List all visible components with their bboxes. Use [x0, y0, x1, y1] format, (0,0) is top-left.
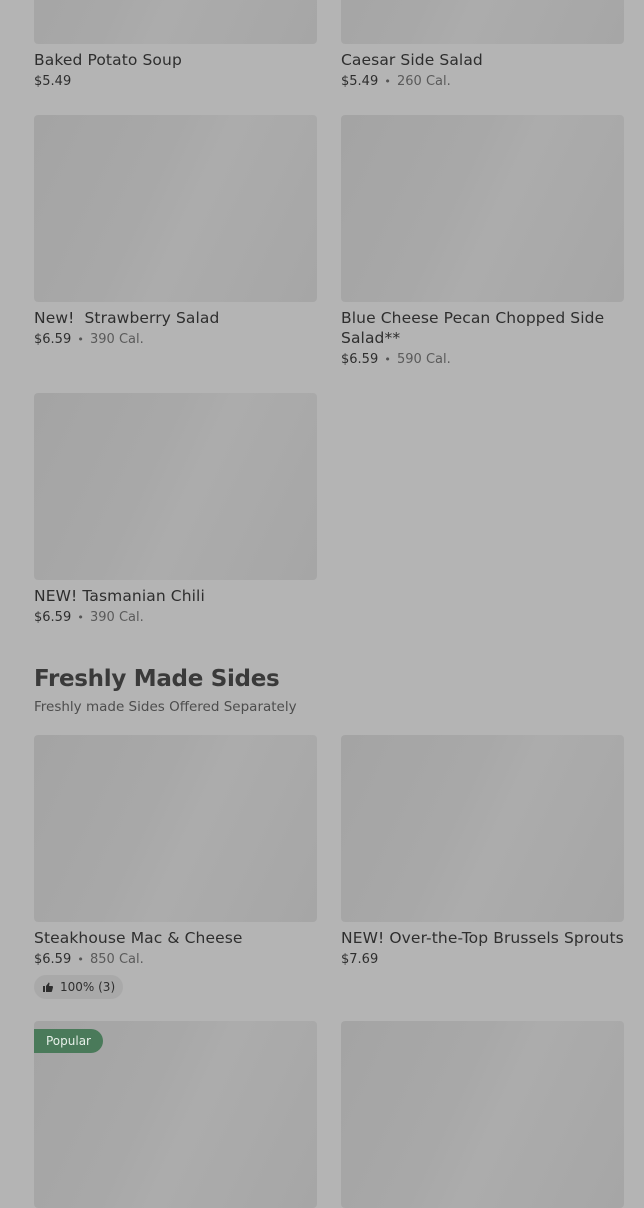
- popular-badge: Popular: [34, 1029, 103, 1053]
- section-title: Freshly Made Sides: [34, 666, 280, 692]
- item-meta: $7.69: [341, 950, 624, 970]
- menu-item-card[interactable]: Baked Potato Soup $5.49: [34, 0, 317, 92]
- item-image: [34, 0, 317, 44]
- menu-item-card[interactable]: NEW! Over-the-Top Brussels Sprouts $7.69: [341, 735, 624, 970]
- menu-item-card[interactable]: Caesar Side Salad $5.49 • 260 Cal.: [341, 0, 624, 92]
- item-price: $6.59: [341, 352, 379, 367]
- separator-dot: •: [384, 75, 391, 88]
- item-meta: $6.59 • 850 Cal.: [34, 950, 317, 970]
- item-price: $6.59: [34, 952, 72, 967]
- item-meta: $5.49 • 260 Cal.: [341, 72, 624, 92]
- separator-dot: •: [384, 353, 391, 366]
- rating-value: 100% (3): [60, 980, 116, 994]
- item-price: $7.69: [341, 952, 379, 967]
- item-meta: $5.49: [34, 72, 317, 92]
- item-meta: $6.59 • 390 Cal.: [34, 608, 317, 628]
- separator-dot: •: [77, 611, 84, 624]
- item-image: [341, 0, 624, 44]
- item-calories: 260 Cal.: [397, 74, 451, 89]
- item-name: Baked Potato Soup: [34, 51, 182, 69]
- section-subtitle: Freshly made Sides Offered Separately: [34, 699, 297, 715]
- menu-item-card[interactable]: New! Strawberry Salad $6.59 • 390 Cal.: [34, 115, 317, 350]
- item-meta: $6.59 • 590 Cal.: [341, 350, 624, 370]
- item-calories: 390 Cal.: [90, 332, 144, 347]
- item-calories: 590 Cal.: [397, 352, 451, 367]
- item-calories: 390 Cal.: [90, 610, 144, 625]
- item-price: $5.49: [34, 74, 72, 89]
- menu-item-card[interactable]: [341, 1021, 624, 1208]
- menu-item-card[interactable]: NEW! Tasmanian Chili $6.59 • 390 Cal.: [34, 393, 317, 628]
- item-name: Blue Cheese Pecan Chopped Side Salad**: [341, 309, 605, 347]
- item-image: [341, 115, 624, 302]
- item-image: [341, 735, 624, 922]
- item-name: NEW! Over-the-Top Brussels Sprouts: [341, 929, 624, 947]
- item-name: New! Strawberry Salad: [34, 309, 220, 327]
- item-price: $6.59: [34, 332, 72, 347]
- item-price: $6.59: [34, 610, 72, 625]
- item-image: [34, 115, 317, 302]
- item-meta: $6.59 • 390 Cal.: [34, 330, 317, 350]
- item-name: Steakhouse Mac & Cheese: [34, 929, 243, 947]
- item-image: [34, 393, 317, 580]
- thumbs-up-icon: [43, 982, 54, 992]
- item-name: NEW! Tasmanian Chili: [34, 587, 205, 605]
- menu-item-card[interactable]: Steakhouse Mac & Cheese $6.59 • 850 Cal.…: [34, 735, 317, 999]
- item-image: [34, 735, 317, 922]
- separator-dot: •: [77, 333, 84, 346]
- item-image: [341, 1021, 624, 1208]
- rating-pill: 100% (3): [34, 975, 124, 999]
- separator-dot: •: [77, 953, 84, 966]
- item-name: Caesar Side Salad: [341, 51, 483, 69]
- menu-item-card[interactable]: Blue Cheese Pecan Chopped Side Salad** $…: [341, 115, 624, 370]
- item-price: $5.49: [341, 74, 379, 89]
- item-calories: 850 Cal.: [90, 952, 144, 967]
